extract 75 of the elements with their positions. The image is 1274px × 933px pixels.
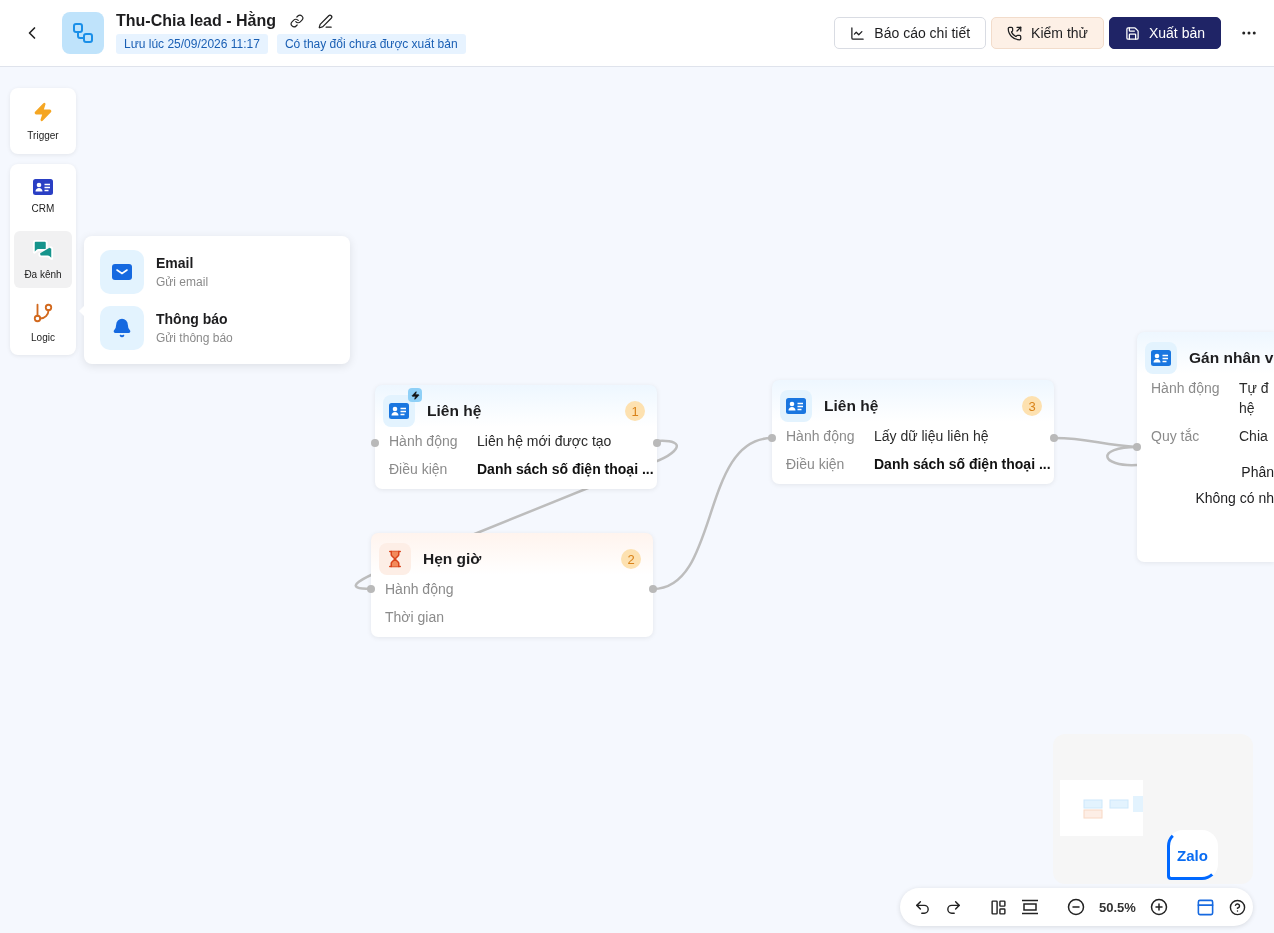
- step-number: 3: [1022, 396, 1042, 416]
- undo-icon[interactable]: [914, 898, 931, 916]
- palette-item[interactable]: Đa kênh: [14, 231, 72, 288]
- field-value: Lấy dữ liệu liên hệ: [874, 427, 990, 446]
- contact-card-icon: [1151, 350, 1171, 366]
- phone-icon: [1007, 25, 1023, 41]
- report-button[interactable]: Báo cáo chi tiết: [834, 17, 987, 49]
- step-number: 1: [625, 401, 645, 421]
- panel-icon[interactable]: [1195, 897, 1215, 917]
- step-number: 2: [621, 549, 641, 569]
- chat-widget-logo[interactable]: Zalo: [1167, 830, 1218, 880]
- field-label: Hành động: [786, 427, 856, 446]
- node-title: Liên hệ: [427, 402, 483, 420]
- branch-icon: [32, 302, 54, 324]
- field-label: Hành động: [385, 580, 455, 599]
- node-title: Liên hệ: [824, 397, 880, 415]
- popover-item-subtitle: Gửi email: [156, 275, 209, 289]
- redo-icon[interactable]: [945, 898, 962, 916]
- lightning-badge: [408, 388, 422, 402]
- field-value: hệ: [1239, 399, 1256, 418]
- publish-button[interactable]: Xuất bản: [1108, 17, 1221, 49]
- node-note: Không có nh: [1195, 490, 1274, 506]
- popover-item[interactable]: Thông báo Gửi thông báo: [100, 306, 334, 350]
- link-icon[interactable]: [290, 14, 304, 28]
- field-value: Tự đ: [1239, 379, 1270, 398]
- status-tag: Lưu lúc 25/09/2026 11:17: [116, 34, 268, 54]
- fit-view-icon[interactable]: [1021, 899, 1039, 915]
- help-icon[interactable]: [1228, 898, 1246, 916]
- contact-card-icon: [389, 403, 409, 419]
- lightning-icon: [33, 101, 53, 122]
- test-button[interactable]: Kiểm thử: [991, 17, 1104, 49]
- field-label: Hành động: [389, 432, 459, 451]
- connection-handle[interactable]: [367, 585, 375, 593]
- workflow-title: Thu-Chia lead - Hằng: [116, 12, 276, 30]
- chat-bubbles-icon: [32, 239, 54, 261]
- contact-card-icon: [786, 398, 806, 414]
- connection-handle[interactable]: [649, 585, 657, 593]
- layout-icon[interactable]: [990, 898, 1007, 916]
- save-icon: [1124, 25, 1140, 41]
- zoom-out-icon[interactable]: [1067, 898, 1085, 916]
- connection-handle[interactable]: [1133, 443, 1141, 451]
- hourglass-icon: [386, 550, 404, 568]
- node-title: Hẹn giờ: [423, 550, 483, 568]
- zoom-level: 50.5%: [1099, 899, 1136, 915]
- popover-item[interactable]: Email Gửi email: [100, 250, 334, 294]
- workflow-icon: [71, 21, 95, 45]
- connection-handle[interactable]: [371, 439, 379, 447]
- field-label: Điều kiện: [389, 460, 449, 479]
- field-label: Thời gian: [385, 608, 445, 627]
- connection-handle[interactable]: [653, 439, 661, 447]
- node-note: Phân: [1241, 464, 1274, 480]
- zoom-in-icon[interactable]: [1149, 898, 1168, 916]
- palette-item[interactable]: CRM: [14, 168, 72, 225]
- connection-handle[interactable]: [768, 434, 776, 442]
- popover-item-subtitle: Gửi thông báo: [156, 331, 233, 345]
- field-value: Chia: [1239, 427, 1269, 446]
- bell-icon: [112, 318, 132, 338]
- field-label: Quy tắc: [1151, 427, 1201, 446]
- connection-handle[interactable]: [1050, 434, 1058, 442]
- minimap[interactable]: Zalo: [1053, 734, 1253, 884]
- status-tag: Có thay đổi chưa được xuất bản: [276, 34, 466, 54]
- palette-item[interactable]: Logic: [14, 294, 72, 351]
- palette-item[interactable]: Trigger: [14, 92, 72, 150]
- field-value: Danh sách số điện thoại ...: [874, 455, 1051, 474]
- field-label: Điều kiện: [786, 455, 846, 474]
- field-value: Danh sách số điện thoại ...: [477, 460, 654, 479]
- popover-item-title: Thông báo: [156, 311, 229, 327]
- envelope-icon: [112, 264, 132, 280]
- field-label: Hành động: [1151, 379, 1221, 398]
- contact-card-icon: [33, 179, 53, 195]
- line-chart-icon: [850, 25, 866, 41]
- field-value: Liên hệ mới được tạo: [477, 432, 613, 451]
- popover-item-title: Email: [156, 255, 195, 271]
- edit-icon[interactable]: [318, 13, 333, 29]
- node-title: Gán nhân v: [1189, 349, 1274, 367]
